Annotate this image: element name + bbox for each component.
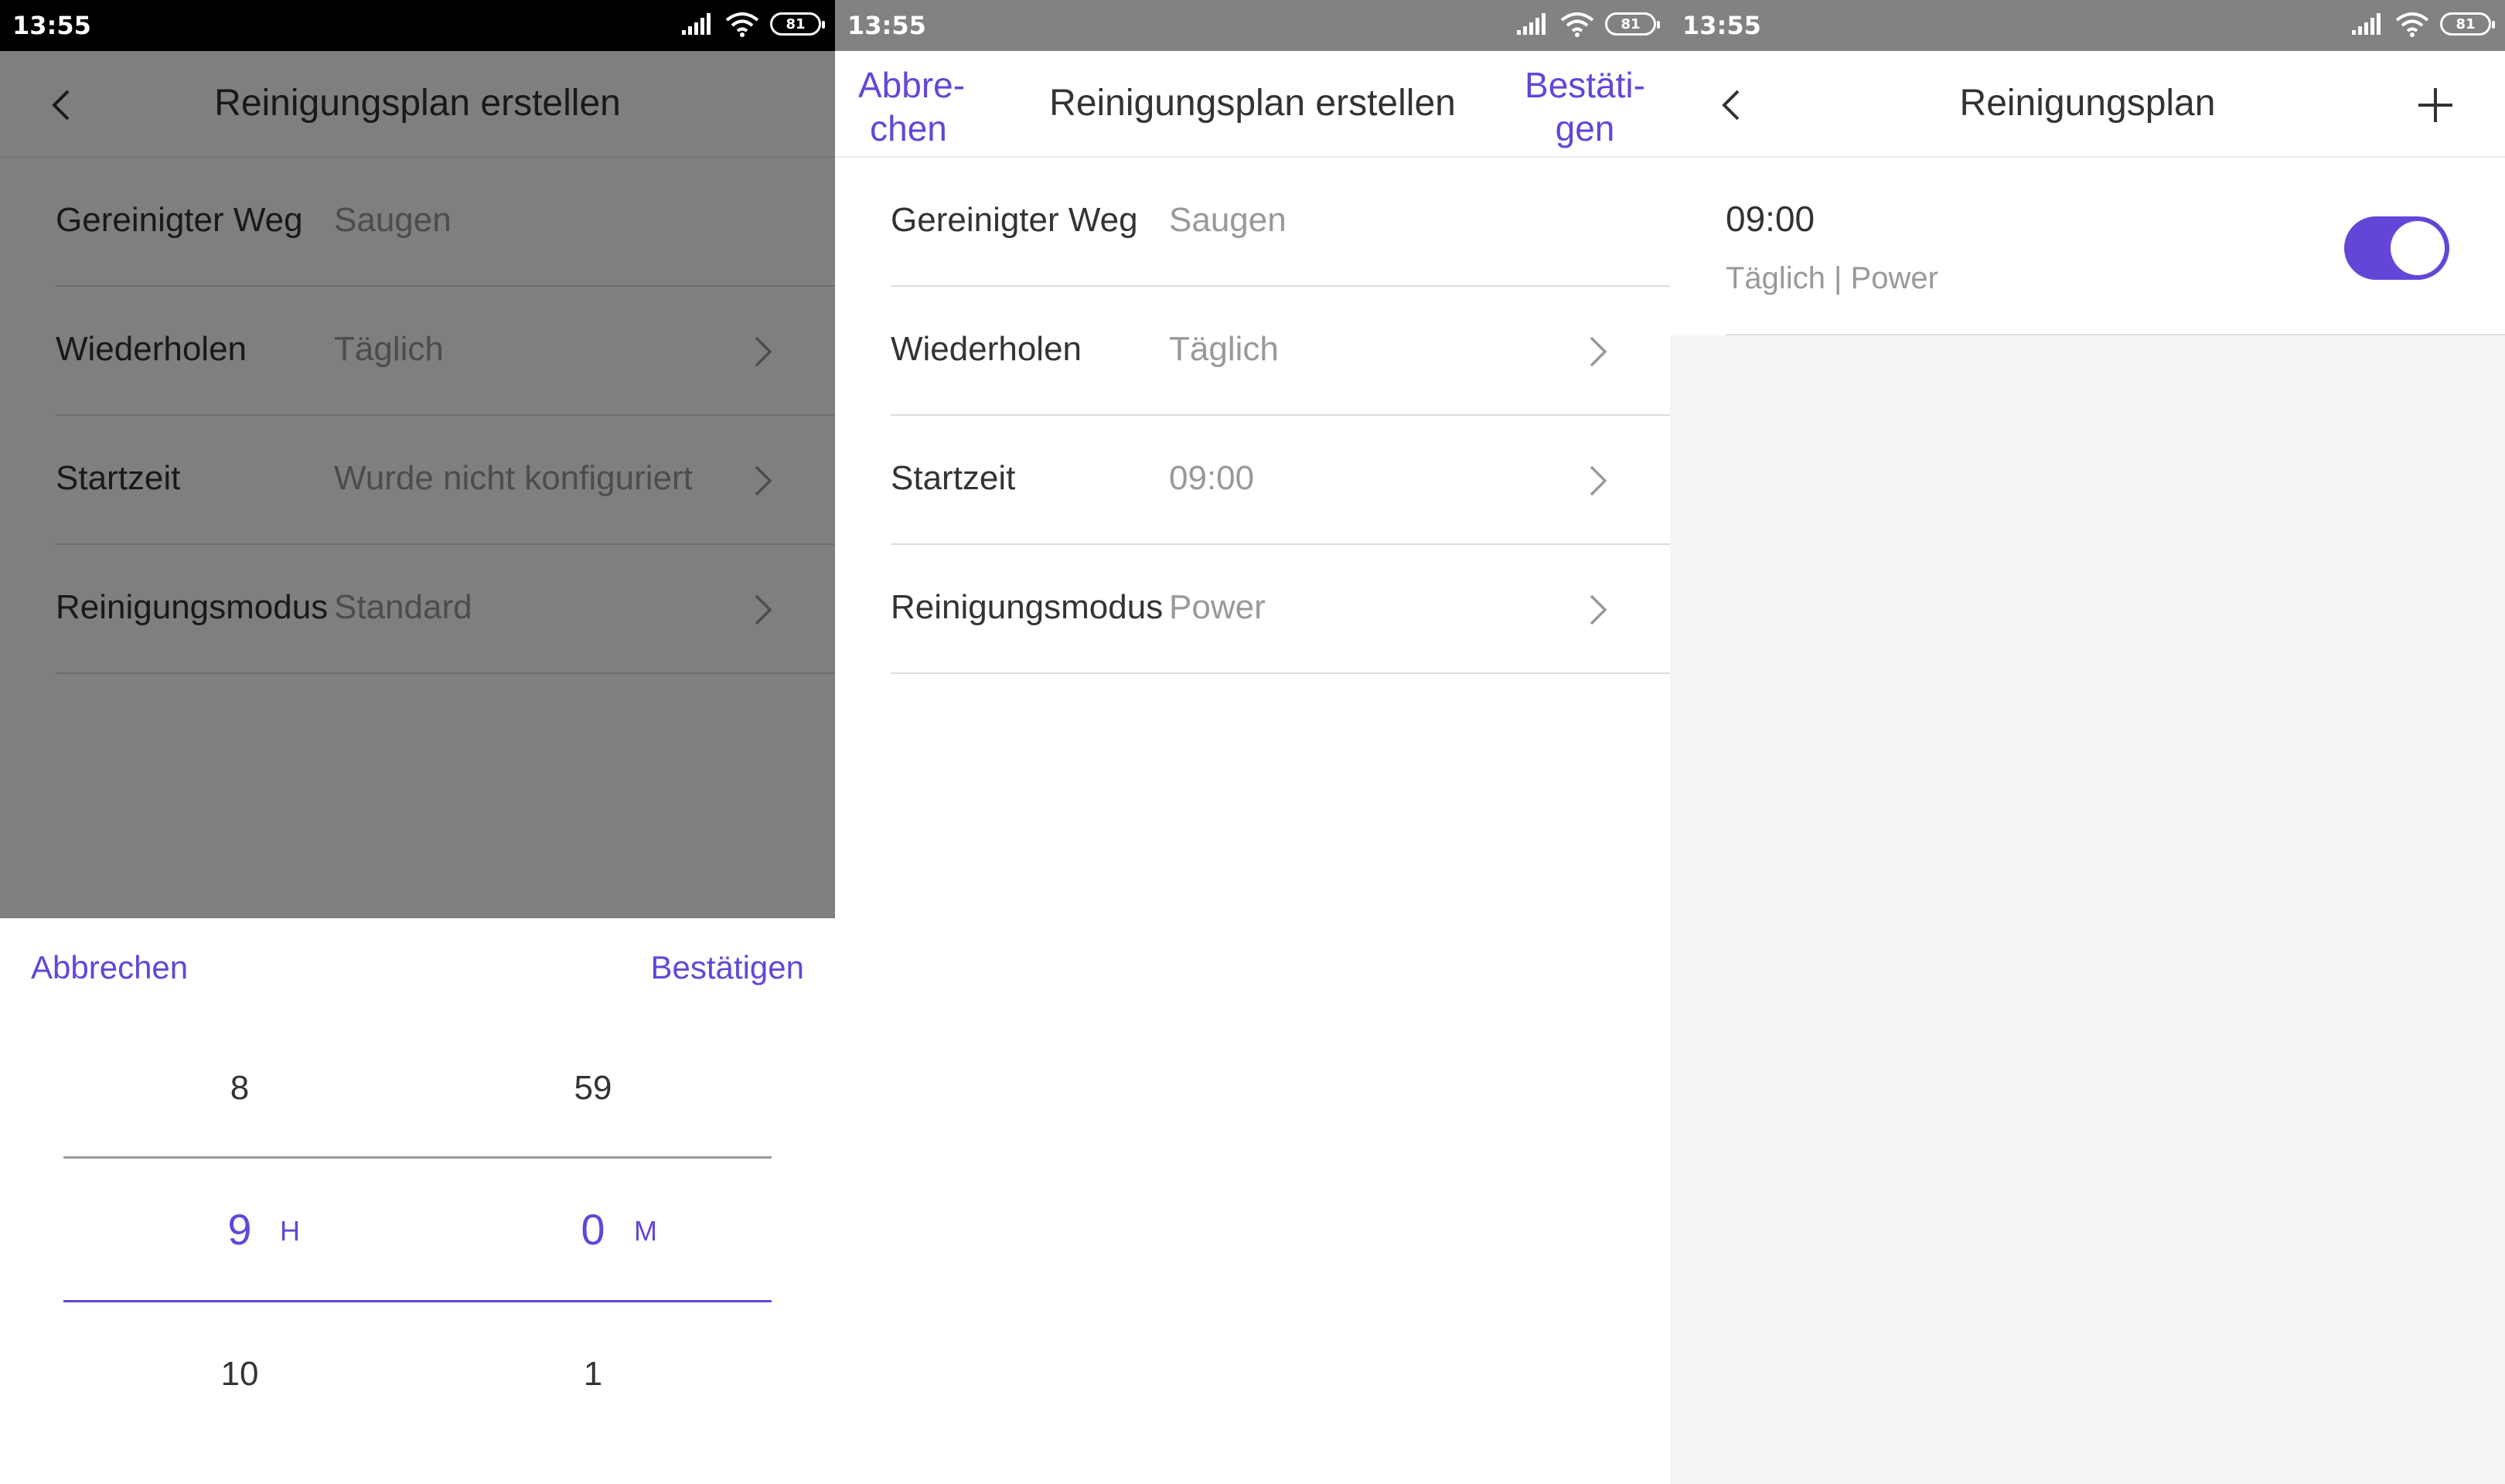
confirm-label-line2: gen — [1555, 108, 1615, 148]
row-label: Gereinigter Weg — [891, 201, 1138, 239]
battery-icon: 81 — [2440, 12, 2495, 36]
divider — [1726, 334, 2505, 335]
page-title: Reinigungsplan — [1959, 83, 2216, 124]
schedule-enabled-toggle[interactable] — [2344, 216, 2449, 280]
schedule-time: 09:00 — [1726, 199, 1815, 239]
row-value: Power — [1169, 588, 1266, 626]
toggle-knob — [2391, 221, 2445, 275]
confirm-button[interactable]: Bestäti- gen — [1515, 63, 1655, 150]
row-value: Saugen — [1169, 201, 1287, 239]
row-label: Wiederholen — [891, 330, 1082, 368]
minute-unit: M — [634, 1215, 657, 1247]
signal-icon — [682, 13, 711, 35]
schedule-create-screen-with-time-picker: Reinigungsplan erstellen Gereinigter Weg… — [0, 0, 835, 1484]
wifi-icon — [1560, 12, 1594, 37]
signal-icon — [1517, 13, 1546, 35]
minute-next[interactable]: 1 — [547, 1355, 639, 1394]
schedule-item[interactable]: 09:00 Täglich | Power — [1670, 158, 2505, 335]
hour-unit: H — [280, 1215, 300, 1247]
status-bar: 13:55 81 — [0, 0, 835, 51]
schedule-list-screen: Reinigungsplan 09:00 Täglich | Power 13:… — [1670, 0, 2505, 1484]
picker-top-divider — [63, 1156, 772, 1159]
hour-next[interactable]: 10 — [193, 1355, 286, 1394]
status-bar: 13:55 81 — [835, 0, 1670, 51]
app-header: Abbre- chen Reinigungsplan erstellen Bes… — [835, 51, 1670, 158]
status-time: 13:55 — [847, 11, 926, 40]
minute-prev[interactable]: 59 — [547, 1069, 639, 1108]
chevron-right-icon — [1590, 465, 1607, 496]
row-cleaning-mode[interactable]: Reinigungsmodus Power — [891, 545, 1670, 674]
row-cleaned-path: Gereinigter Weg Saugen — [891, 158, 1670, 287]
modal-overlay[interactable] — [0, 51, 835, 918]
status-time: 13:55 — [12, 11, 91, 40]
battery-icon: 81 — [770, 12, 825, 36]
settings-list: Gereinigter Weg Saugen Wiederholen Tägli… — [891, 158, 1670, 674]
chevron-right-icon — [1590, 594, 1607, 625]
row-value: 09:00 — [1169, 459, 1255, 497]
row-value: Täglich — [1169, 330, 1279, 368]
wifi-icon — [2395, 12, 2429, 37]
picker-bottom-divider — [63, 1300, 772, 1302]
add-icon[interactable] — [2414, 83, 2457, 127]
app-header: Reinigungsplan — [1670, 51, 2505, 158]
minute-selected[interactable]: 0 — [547, 1204, 639, 1254]
time-picker-sheet: Abbrechen Bestätigen 8 9 H 10 59 0 M 1 — [0, 918, 835, 1484]
chevron-right-icon — [1590, 336, 1607, 367]
confirm-label-line1: Bestäti- — [1525, 65, 1645, 105]
signal-icon — [2352, 13, 2381, 35]
schedule-details: Täglich | Power — [1726, 261, 1938, 295]
schedule-create-screen: Abbre- chen Reinigungsplan erstellen Bes… — [835, 0, 1670, 1484]
picker-confirm-button[interactable]: Bestätigen — [651, 949, 804, 986]
battery-icon: 81 — [1605, 12, 1660, 36]
row-start-time[interactable]: Startzeit 09:00 — [891, 416, 1670, 545]
picker-cancel-button[interactable]: Abbrechen — [31, 949, 188, 986]
row-label: Startzeit — [891, 459, 1016, 497]
wifi-icon — [725, 12, 759, 37]
status-time: 13:55 — [1682, 11, 1761, 40]
hour-prev[interactable]: 8 — [193, 1069, 286, 1108]
status-bar: 13:55 81 — [1670, 0, 2505, 51]
row-repeat[interactable]: Wiederholen Täglich — [891, 287, 1670, 416]
row-label: Reinigungsmodus — [891, 588, 1164, 626]
hour-selected[interactable]: 9 — [193, 1204, 286, 1254]
